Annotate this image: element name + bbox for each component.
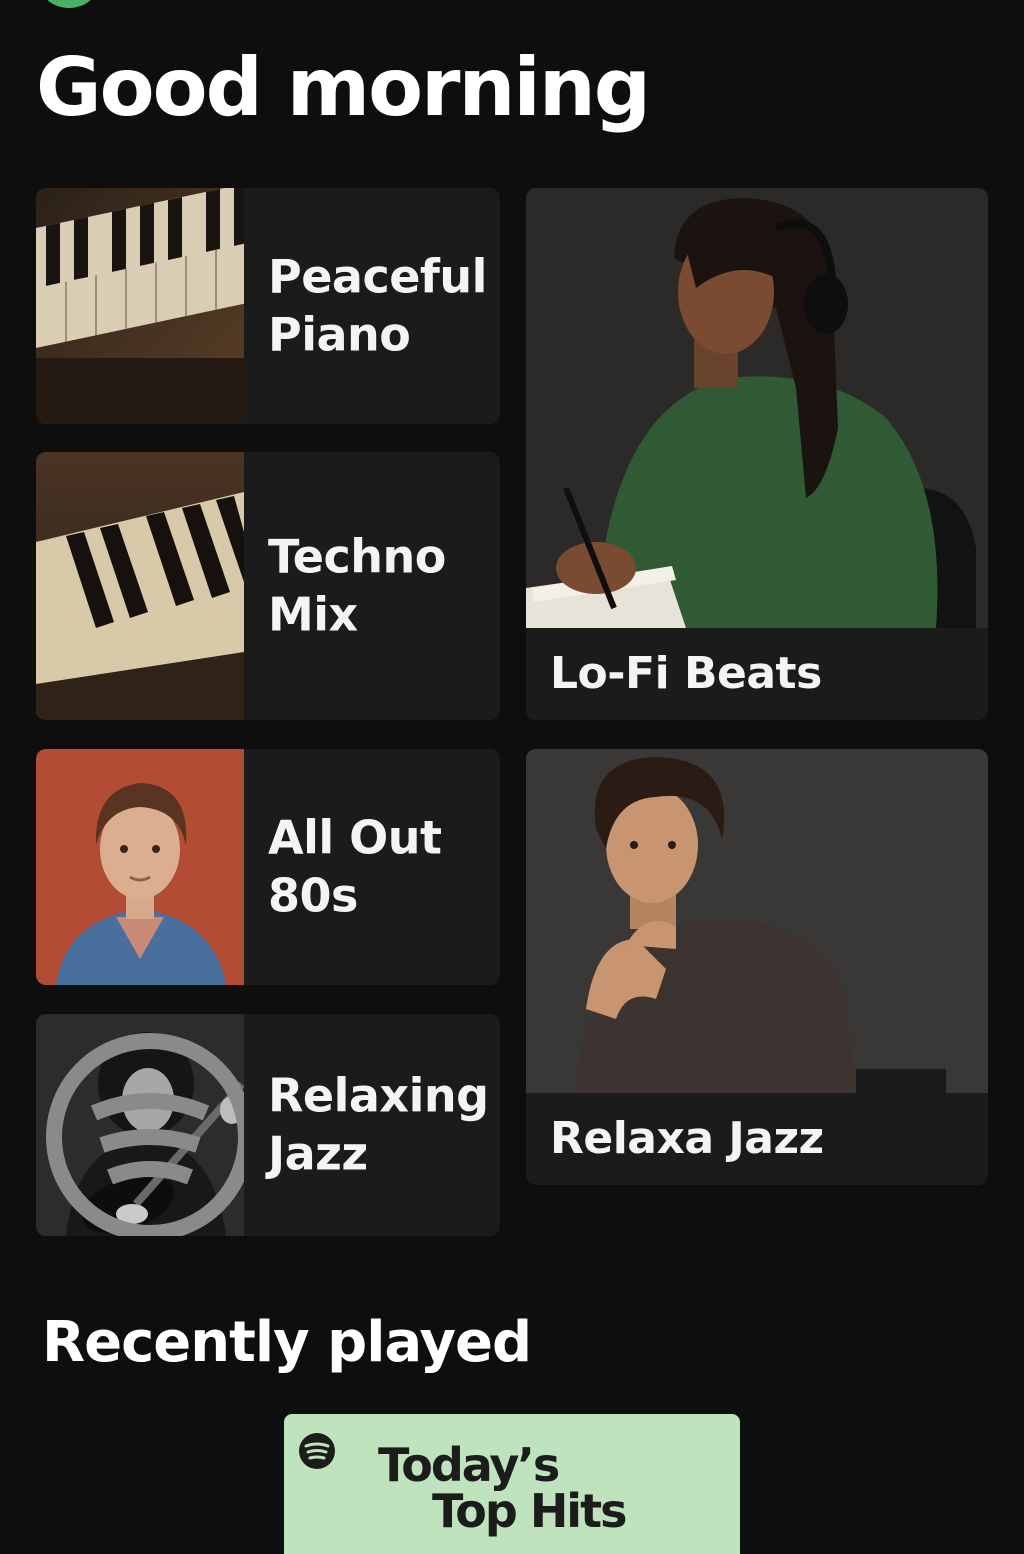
recently-played-heading: Recently played xyxy=(42,1310,532,1375)
piano-cover-image xyxy=(36,452,244,720)
feature-tile-title: Lo-Fi Beats xyxy=(550,648,822,699)
tile-title: Relaxing Jazz xyxy=(268,1068,489,1181)
card-title-line-1: Today’s xyxy=(378,1438,560,1492)
playlist-tile-relaxing-jazz[interactable]: Relaxing Jazz xyxy=(36,1014,500,1236)
profile-avatar[interactable] xyxy=(40,0,98,8)
guitarist-cover-image xyxy=(36,1014,244,1236)
relaxa-jazz-cover-image xyxy=(526,749,988,1093)
spotify-logo-icon xyxy=(299,1433,335,1469)
greeting-heading: Good morning xyxy=(36,41,651,134)
playlist-tile-techno-mix[interactable]: Techno Mix xyxy=(36,452,500,720)
tile-title: Techno Mix xyxy=(268,529,446,642)
recently-played-card-todays-top-hits[interactable]: Today’s Top Hits xyxy=(284,1414,740,1554)
lofi-cover-image xyxy=(526,188,988,628)
spotify-logo-icon xyxy=(46,1033,244,1236)
card-title-line-2: Top Hits xyxy=(432,1484,627,1538)
playlist-tile-relaxa-jazz[interactable]: Relaxa Jazz xyxy=(526,749,988,1185)
piano-cover-image xyxy=(36,188,244,424)
feature-tile-title: Relaxa Jazz xyxy=(550,1113,824,1164)
tile-title: Peaceful Piano xyxy=(268,249,487,362)
playlist-tile-all-out-80s[interactable]: All Out 80s xyxy=(36,749,500,985)
portrait-cover-image xyxy=(36,749,244,985)
playlist-tile-lofi-beats[interactable]: Lo-Fi Beats xyxy=(526,188,988,720)
playlist-tile-peaceful-piano[interactable]: Peaceful Piano xyxy=(36,188,500,424)
tile-title: All Out 80s xyxy=(268,810,442,923)
